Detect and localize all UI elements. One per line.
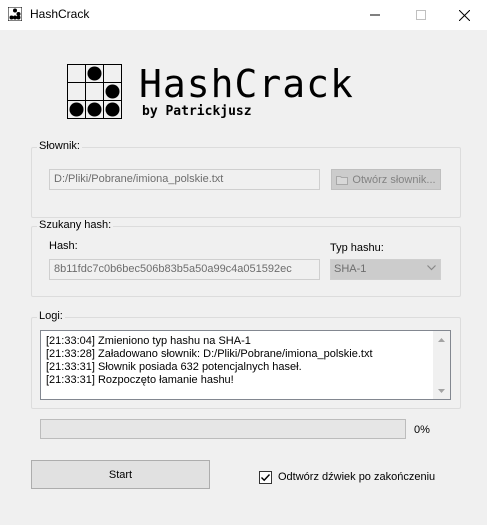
scroll-down-button[interactable] [433, 382, 450, 399]
logo-grid-icon [67, 64, 122, 119]
sound-checkbox[interactable] [259, 471, 272, 484]
log-lines: [21:33:04] Zmieniono typ hashu na SHA-1 … [46, 335, 431, 387]
log-line: [21:33:04] Zmieniono typ hashu na SHA-1 [46, 335, 251, 347]
hash-group-label: Szukany hash: [37, 219, 114, 231]
log-group-label: Logi: [37, 310, 65, 322]
log-line: [21:33:31] Rozpoczęto łamanie hashu! [46, 374, 234, 386]
scroll-up-icon [438, 337, 445, 342]
log-line: [21:33:28] Załadowano słownik: D:/Pliki/… [46, 348, 373, 360]
log-line: [21:33:31] Słownik posiada 632 potencjal… [46, 361, 302, 373]
hash-type-label: Typ hashu: [330, 242, 384, 254]
logo-title: HashCrack [139, 62, 354, 106]
dictionary-path-field[interactable]: D:/Pliki/Pobrane/imiona_polskie.txt [49, 169, 320, 190]
title-bar[interactable]: HashCrack [0, 0, 487, 30]
minimize-button[interactable] [352, 0, 398, 30]
close-button[interactable] [441, 0, 487, 30]
checkmark-icon [261, 474, 271, 482]
logo-subtitle: by Patrickjusz [142, 104, 252, 119]
open-dictionary-label: Otwórz słownik... [352, 173, 436, 186]
hash-label: Hash: [49, 240, 78, 252]
maximize-button[interactable] [398, 0, 444, 30]
scroll-up-button[interactable] [433, 331, 450, 348]
start-button-label: Start [108, 468, 133, 481]
progress-bar [40, 419, 406, 439]
folder-icon [336, 175, 349, 185]
log-scrollbar[interactable] [433, 331, 450, 399]
open-dictionary-button[interactable]: Otwórz słownik... [331, 169, 441, 190]
close-icon [458, 9, 470, 21]
dictionary-group-label: Słownik: [37, 140, 82, 152]
minimize-icon [370, 14, 380, 16]
start-button[interactable]: Start [31, 460, 210, 489]
hash-type-select[interactable]: SHA-1 [330, 259, 441, 280]
log-textbox[interactable]: [21:33:04] Zmieniono typ hashu na SHA-1 … [40, 330, 451, 400]
scroll-down-icon [438, 388, 445, 393]
progress-percent: 0% [414, 424, 430, 436]
logo: HashCrack by Patrickjusz [67, 64, 397, 120]
maximize-icon [416, 10, 426, 20]
chevron-down-icon [427, 265, 436, 271]
hash-type-value: SHA-1 [334, 263, 367, 275]
window-title: HashCrack [30, 7, 90, 21]
sound-checkbox-label[interactable]: Odtwórz dźwiek po zakończeniu [278, 471, 435, 483]
hash-field[interactable]: 8b11fdc7c0b6bec506b83b5a50a99c4a051592ec [49, 259, 320, 280]
app-icon [8, 7, 22, 21]
